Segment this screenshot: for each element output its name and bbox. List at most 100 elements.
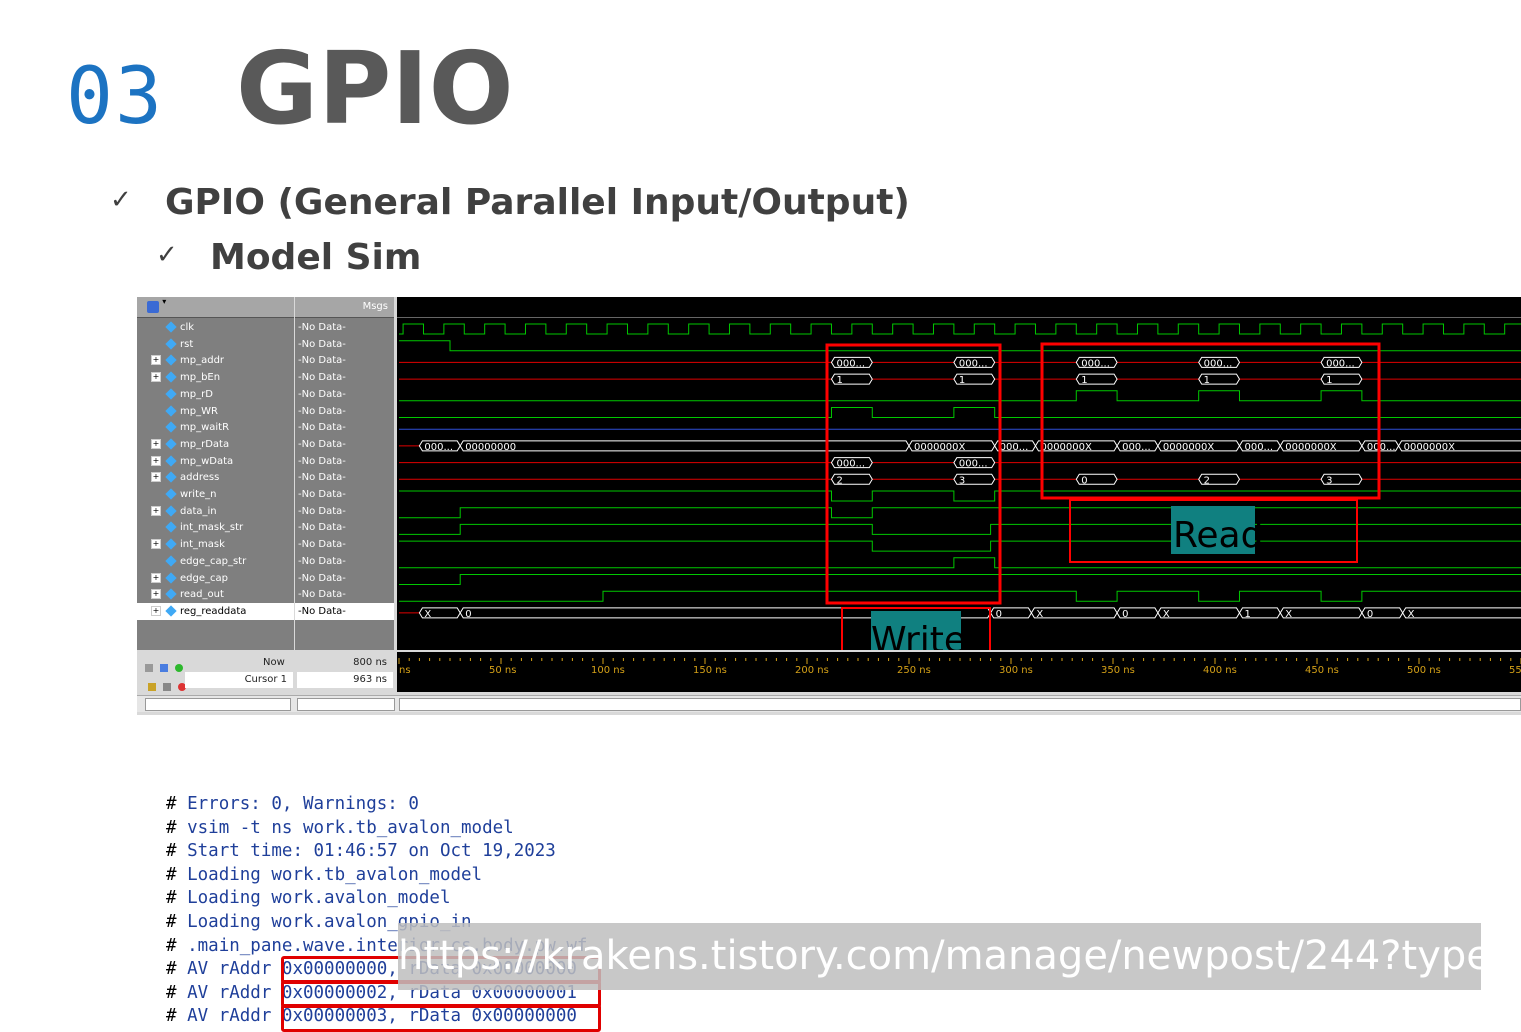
bus-value: 0000000X (1163, 442, 1215, 453)
signal-icon (165, 421, 177, 433)
signal-row[interactable]: + mp_wData (137, 453, 294, 470)
signal-row[interactable]: mp_WR (137, 403, 294, 420)
now-icons[interactable] (145, 657, 184, 676)
expand-icon[interactable]: + (151, 438, 161, 449)
signal-row[interactable]: int_mask_str (137, 519, 294, 536)
bus-value: X (1036, 609, 1043, 620)
signal-msg: -No Data- (298, 505, 346, 517)
bus-segment (1157, 607, 1241, 619)
expand-icon[interactable]: + (151, 372, 161, 383)
bus-value: 3 (959, 475, 965, 486)
signal-icon (165, 521, 177, 534)
signal-row[interactable]: + read_out (137, 586, 294, 603)
bus-value: X (1285, 609, 1292, 620)
chevron-down-icon[interactable]: ▾ (162, 297, 166, 306)
signal-msg: -No Data- (298, 438, 346, 450)
signal-row[interactable]: + address (137, 469, 294, 486)
highlight-box (281, 1004, 601, 1032)
waveform-area[interactable]: 000... 1 000... 1 000... 1 000... 1 000... 1 000..… (397, 297, 1521, 650)
signal-row[interactable]: + mp_rData (137, 436, 294, 453)
cursor-icons[interactable] (148, 676, 187, 695)
wave-toolbar-icon[interactable] (147, 301, 159, 313)
bus-segment (1402, 607, 1521, 619)
expand-icon[interactable]: + (151, 572, 161, 583)
name-scrollbar[interactable] (145, 698, 291, 711)
signal-icon (165, 555, 177, 567)
read-label: Read (1173, 515, 1263, 556)
expand-icon[interactable]: + (151, 355, 161, 366)
signal-row[interactable]: mp_waitR (137, 419, 294, 436)
signal-name: edge_cap_str (180, 555, 247, 567)
signal-msg: -No Data- (298, 372, 346, 384)
signal-name: reg_readdata (180, 605, 247, 617)
bus-segment (1030, 607, 1118, 619)
signal-icon (165, 538, 177, 550)
timeline-ruler[interactable]: ns 50 ns 100 ns 150 ns 200 ns 250 ns 300 ns 350… (397, 652, 1521, 692)
signal-icon (165, 404, 177, 417)
expand-icon[interactable]: + (151, 539, 161, 550)
signal-name: read_out (180, 589, 224, 601)
signal-row[interactable]: rst (137, 336, 294, 353)
wave-scrollbar[interactable] (399, 698, 1521, 711)
hash-prefix: # (166, 864, 177, 885)
expand-icon[interactable]: + (151, 455, 161, 466)
signal-name: rst (180, 338, 194, 350)
bullet-modelsim: Model Sim (210, 237, 422, 278)
bus-value: 0 (1122, 609, 1128, 620)
add-icon[interactable] (145, 664, 153, 672)
signal-row[interactable]: + reg_readdata (137, 602, 294, 620)
timeline-label: 400 ns (1203, 665, 1237, 676)
signal-icon (165, 605, 177, 617)
expand-icon[interactable]: + (151, 589, 161, 600)
signal-row[interactable]: + int_mask (137, 536, 294, 553)
signal-row[interactable]: edge_cap_str (137, 553, 294, 570)
expand-icon[interactable]: + (151, 505, 161, 516)
bus-value: X (424, 609, 431, 620)
timeline[interactable]: ns 50 ns 100 ns 150 ns 200 ns 250 ns 300 ns 350… (397, 652, 1521, 692)
transcript-text: Loading work.avalon_model (176, 888, 451, 909)
expand-icon[interactable]: + (151, 472, 161, 483)
signal-name: data_in (180, 505, 217, 517)
signal-msg: -No Data- (298, 539, 346, 551)
signal-icon (165, 371, 177, 383)
signal-name: mp_WR (180, 405, 218, 417)
transcript-text: Loading work.tb_avalon_model (176, 864, 483, 885)
bus-value: 0000000X (914, 442, 966, 453)
signal-row[interactable]: write_n (137, 486, 294, 503)
msgs-header: Msgs (295, 297, 394, 318)
transcript-line: # vsim -t ns work.tb_avalon_model (166, 818, 514, 838)
waveform-trace (399, 507, 1521, 519)
bus-value: 000... (1326, 358, 1355, 369)
msgs-scrollbar[interactable] (297, 698, 395, 711)
msgs-pane: Msgs -No Data- -No Data- -No Data- -No Data… (295, 297, 394, 650)
signal-row[interactable]: clk (137, 319, 294, 336)
cursor-icon[interactable] (163, 683, 172, 691)
signal-icon (165, 354, 177, 367)
bus-value: 00000000 (465, 442, 516, 453)
bus-value: 000... (1081, 358, 1110, 369)
bus-value: 000... (1000, 442, 1029, 453)
signal-row[interactable]: + mp_addr (137, 352, 294, 369)
signal-row[interactable]: + mp_bEn (137, 369, 294, 386)
bus-value: 1 (1326, 375, 1332, 386)
signal-name: mp_wData (180, 455, 234, 467)
bus-value: 000... (1244, 442, 1273, 453)
signal-icon (165, 321, 177, 333)
plus-icon[interactable] (175, 664, 184, 672)
timeline-label: 50 ns (489, 665, 516, 676)
wave-icon[interactable] (160, 664, 169, 672)
bus-value: 000... (1367, 442, 1396, 453)
signal-row[interactable]: + edge_cap (137, 570, 294, 587)
expand-icon[interactable]: + (151, 605, 161, 616)
signal-row[interactable]: + data_in (137, 503, 294, 520)
signal-name: write_n (180, 489, 217, 500)
transcript-line: # Loading work.tb_avalon_model (166, 865, 482, 885)
waveform-canvas[interactable]: 000... 1 000... 1 000... 1 000... 1 000... 1 000..… (397, 297, 1521, 650)
transcript-text: Errors: 0, Warnings: 0 (176, 794, 419, 814)
signal-row[interactable]: mp_rD (137, 386, 294, 403)
signal-msg: -No Data- (298, 338, 346, 350)
horizontal-scrollbar[interactable] (137, 695, 1521, 712)
timeline-label: 100 ns (591, 665, 625, 676)
cursor-label[interactable]: Cursor 1 (185, 672, 293, 688)
lock-icon[interactable] (148, 683, 156, 691)
